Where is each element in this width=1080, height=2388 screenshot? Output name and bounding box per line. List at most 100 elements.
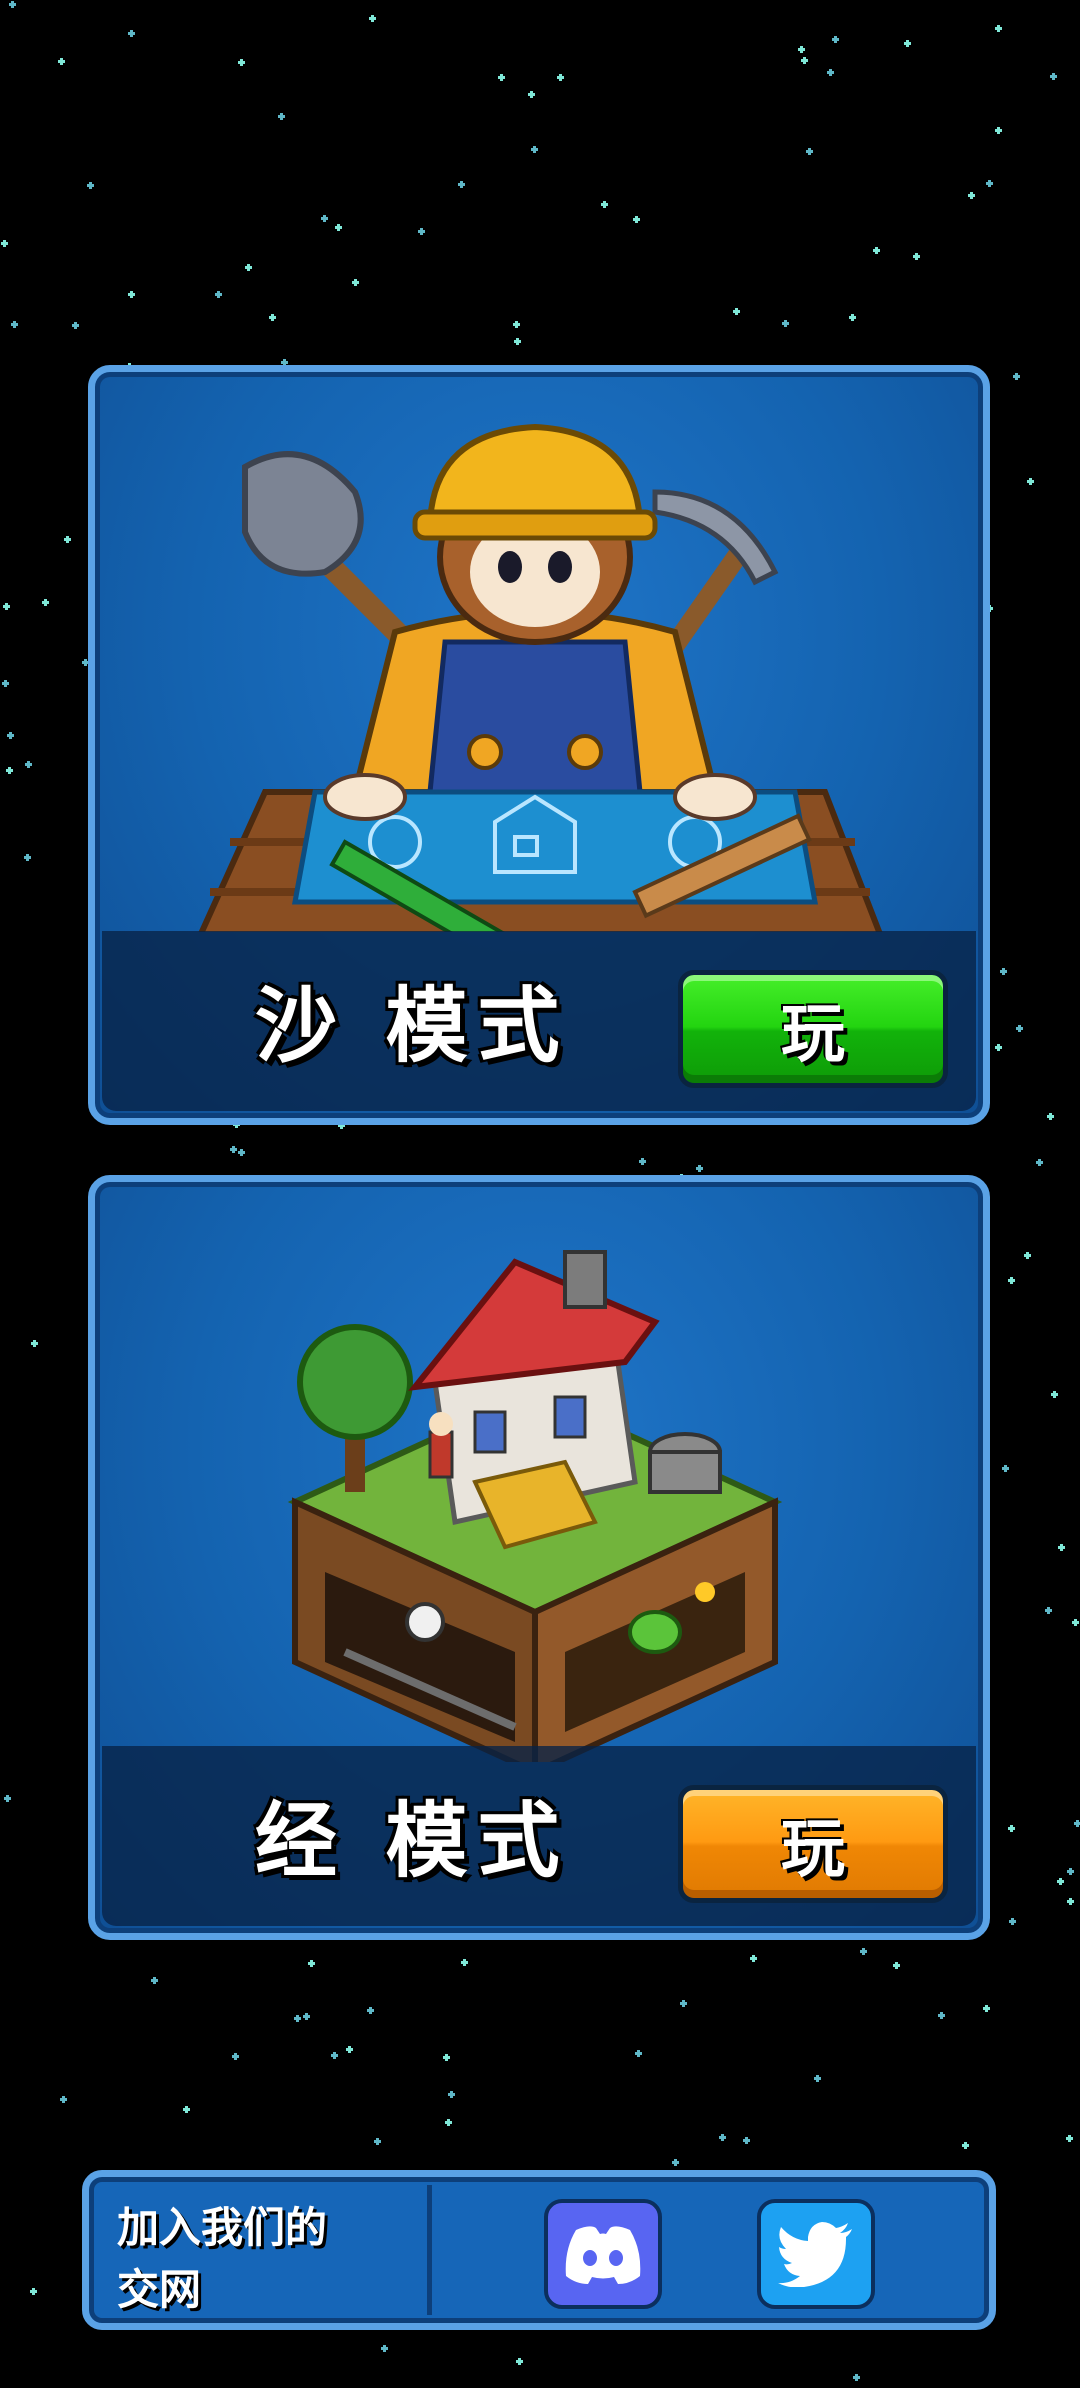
- star: [995, 1044, 1002, 1051]
- star: [58, 58, 65, 65]
- star: [1036, 1159, 1043, 1166]
- star: [1072, 1619, 1079, 1626]
- star: [1047, 1113, 1054, 1120]
- star: [128, 291, 135, 298]
- star: [346, 2046, 353, 2053]
- star: [183, 2106, 190, 2113]
- star: [986, 180, 993, 187]
- star: [853, 2374, 860, 2381]
- star: [1008, 1277, 1015, 1284]
- star: [1057, 1878, 1064, 1885]
- star: [321, 215, 328, 222]
- star: [381, 2345, 388, 2352]
- star: [418, 228, 425, 235]
- join-community-line2: 交网: [117, 2265, 202, 2314]
- star: [806, 148, 813, 155]
- star: [1067, 1868, 1074, 1875]
- star: [238, 1149, 245, 1156]
- star: [1027, 478, 1034, 485]
- star: [782, 320, 789, 327]
- star: [1016, 1025, 1023, 1032]
- star: [1066, 2135, 1073, 2142]
- star: [1000, 968, 1007, 975]
- star: [232, 2053, 239, 2060]
- twitter-icon: [778, 2222, 852, 2287]
- star: [461, 1959, 468, 1966]
- twitter-button[interactable]: [757, 2199, 875, 2309]
- star: [513, 321, 520, 328]
- star: [352, 279, 359, 286]
- star: [367, 2007, 374, 2014]
- star: [308, 1960, 315, 1967]
- star: [238, 59, 245, 66]
- star: [873, 247, 880, 254]
- star: [1074, 1820, 1080, 1827]
- star: [995, 25, 1002, 32]
- sandbox-mode-title: 沙 模式: [255, 979, 570, 1074]
- star: [1045, 1607, 1052, 1614]
- star: [1008, 1825, 1015, 1832]
- star: [443, 2054, 450, 2061]
- star: [278, 113, 285, 120]
- star: [983, 2005, 990, 2012]
- star: [904, 40, 911, 47]
- star: [860, 1948, 867, 1955]
- star: [528, 91, 535, 98]
- star: [1051, 1391, 1058, 1398]
- star: [87, 182, 94, 189]
- star: [913, 253, 920, 260]
- star: [798, 46, 805, 53]
- star: [962, 2142, 969, 2149]
- star: [639, 1158, 646, 1165]
- star: [1002, 1465, 1009, 1472]
- star: [743, 2137, 750, 2144]
- social-bar: 加入我们的 交网: [82, 2170, 996, 2330]
- star: [672, 2159, 679, 2166]
- classic-play-button[interactable]: 玩: [678, 1785, 948, 1903]
- star: [1, 240, 8, 247]
- star: [448, 2091, 455, 2098]
- star: [9, 1, 16, 8]
- star: [128, 30, 135, 37]
- star: [1024, 1252, 1031, 1259]
- star: [2, 680, 9, 687]
- shovel-icon: [242, 451, 421, 656]
- star: [514, 338, 521, 345]
- star: [531, 146, 538, 153]
- sandbox-play-button[interactable]: 玩: [678, 970, 948, 1088]
- star: [1009, 1918, 1016, 1925]
- star: [72, 322, 79, 329]
- star: [968, 192, 975, 199]
- star: [215, 291, 222, 298]
- classic-mode-card: 经 模式 玩: [88, 1175, 990, 1940]
- star: [3, 603, 10, 610]
- star: [733, 308, 740, 315]
- join-community-line1: 加入我们的: [117, 2203, 328, 2252]
- island-illustration: [287, 1250, 783, 1762]
- star: [1050, 73, 1057, 80]
- star: [680, 2000, 687, 2007]
- star: [832, 36, 839, 43]
- discord-button[interactable]: [544, 2199, 662, 2309]
- star: [230, 1146, 237, 1153]
- star: [335, 224, 342, 231]
- star: [269, 314, 276, 321]
- star: [995, 127, 1002, 134]
- star: [374, 2138, 381, 2145]
- star: [1067, 1898, 1074, 1905]
- star: [516, 2358, 523, 2365]
- star: [750, 1955, 757, 1962]
- star: [6, 767, 13, 774]
- star: [498, 74, 505, 81]
- sandbox-mode-card: 沙 模式 玩: [88, 365, 990, 1125]
- star: [294, 2015, 301, 2022]
- star: [601, 201, 608, 208]
- star: [25, 761, 32, 768]
- star: [635, 2050, 642, 2057]
- star: [849, 314, 856, 321]
- star: [1013, 373, 1020, 380]
- star: [31, 1340, 38, 1347]
- discord-icon: [565, 2226, 641, 2284]
- star: [30, 2288, 37, 2295]
- star: [7, 732, 14, 739]
